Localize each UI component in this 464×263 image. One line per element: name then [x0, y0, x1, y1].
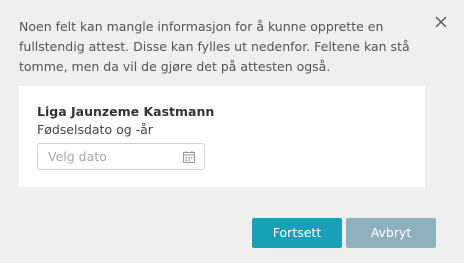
- field-label-birthdate: Fødselsdato og -år: [37, 122, 153, 137]
- date-picker-input[interactable]: Velg dato: [37, 143, 205, 170]
- close-icon[interactable]: [433, 14, 449, 30]
- continue-button[interactable]: Fortsett: [252, 218, 342, 248]
- person-card: Liga Jaunzeme Kastmann Fødselsdato og -å…: [19, 86, 425, 187]
- date-placeholder: Velg dato: [48, 149, 107, 164]
- dialog: Noen felt kan mangle informasjon for å k…: [0, 0, 464, 263]
- person-name: Liga Jaunzeme Kastmann: [37, 104, 215, 119]
- cancel-button[interactable]: Avbryt: [346, 218, 436, 248]
- calendar-icon[interactable]: [183, 151, 195, 163]
- intro-text: Noen felt kan mangle informasjon for å k…: [19, 19, 410, 74]
